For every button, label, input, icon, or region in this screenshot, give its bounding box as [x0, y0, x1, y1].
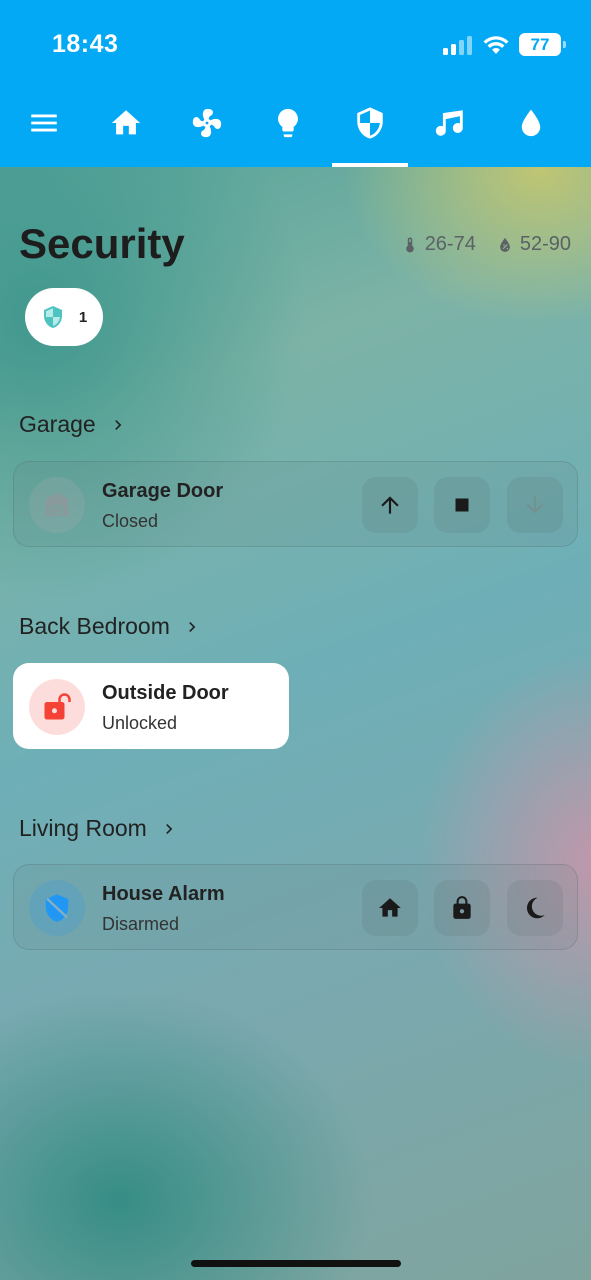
status-icons: 77	[443, 33, 566, 56]
lock-icon-wrapper	[29, 679, 85, 735]
thermometer-icon	[405, 237, 414, 252]
shield-icon	[357, 107, 383, 139]
stop-icon	[455, 498, 469, 512]
close-button[interactable]	[507, 477, 563, 533]
arrow-down-icon	[526, 496, 544, 514]
card-name: House Alarm	[102, 883, 225, 905]
area-name: Garage	[19, 411, 96, 437]
arm-away-button[interactable]	[434, 880, 490, 936]
house-alarm-card[interactable]: House Alarm Disarmed	[13, 864, 578, 950]
open-button[interactable]	[362, 477, 418, 533]
tab-fans[interactable]	[177, 98, 237, 148]
arm-home-button[interactable]	[362, 880, 418, 936]
area-name: Living Room	[19, 815, 147, 841]
garage-icon-wrapper	[29, 477, 85, 533]
card-state: Disarmed	[102, 914, 180, 934]
card-state: Closed	[102, 511, 159, 531]
outside-door-card[interactable]: Outside Door Unlocked	[13, 663, 289, 749]
status-time: 18:43	[52, 30, 119, 58]
lightbulb-icon	[278, 108, 298, 138]
tab-lights[interactable]	[258, 98, 318, 148]
lock-open-icon	[44, 693, 71, 720]
arm-night-button[interactable]	[507, 880, 563, 936]
tab-security[interactable]	[340, 98, 400, 148]
shield-off-icon	[45, 894, 69, 922]
wifi-icon	[483, 35, 509, 54]
area-title-living-room[interactable]: Living Room	[19, 815, 179, 842]
stop-button[interactable]	[434, 477, 490, 533]
garage-door-card[interactable]: Garage Door Closed	[13, 461, 578, 547]
climate-summary: 26-74 52-90	[401, 233, 571, 256]
temperature-summary: 26-74	[401, 233, 476, 256]
humidity-range: 52-90	[519, 233, 571, 255]
shield-check-icon	[43, 306, 62, 328]
area-name: Back Bedroom	[19, 613, 170, 639]
tab-media[interactable]	[420, 98, 480, 148]
selected-tab-indicator	[332, 163, 408, 167]
menu-icon	[31, 114, 57, 132]
temperature-range: 26-74	[424, 233, 476, 255]
home-indicator[interactable]	[191, 1260, 401, 1267]
area-title-garage[interactable]: Garage	[19, 411, 128, 438]
music-note-icon	[435, 110, 463, 136]
humidity-icon	[499, 237, 510, 252]
area-title-back-bedroom[interactable]: Back Bedroom	[19, 613, 202, 640]
view-tabs	[0, 98, 591, 148]
battery-indicator: 77	[519, 33, 566, 56]
chevron-right-icon	[166, 823, 173, 834]
chevron-right-icon	[189, 621, 196, 632]
menu-button[interactable]	[14, 98, 74, 148]
tab-home[interactable]	[96, 98, 156, 148]
chevron-right-icon	[114, 419, 122, 430]
card-state: Unlocked	[102, 713, 178, 733]
badge-count: 1	[78, 308, 88, 326]
card-name: Garage Door	[102, 480, 224, 502]
security-badge[interactable]: 1	[25, 288, 103, 346]
arrow-up-icon	[381, 496, 399, 514]
home-icon	[379, 898, 401, 917]
alarm-icon-wrapper	[29, 880, 85, 936]
home-icon	[111, 110, 141, 135]
tab-water[interactable]	[501, 98, 561, 148]
humidity-summary: 52-90	[496, 233, 571, 256]
page-title: Security	[19, 220, 185, 267]
moon-icon	[526, 897, 545, 919]
cellular-signal-icon	[443, 35, 472, 55]
water-drop-icon	[521, 109, 541, 137]
fan-icon	[192, 108, 222, 138]
card-name: Outside Door	[102, 682, 229, 704]
app-bar: 18:43 77	[0, 0, 591, 167]
garage-icon	[45, 493, 69, 517]
lock-icon	[453, 896, 471, 919]
